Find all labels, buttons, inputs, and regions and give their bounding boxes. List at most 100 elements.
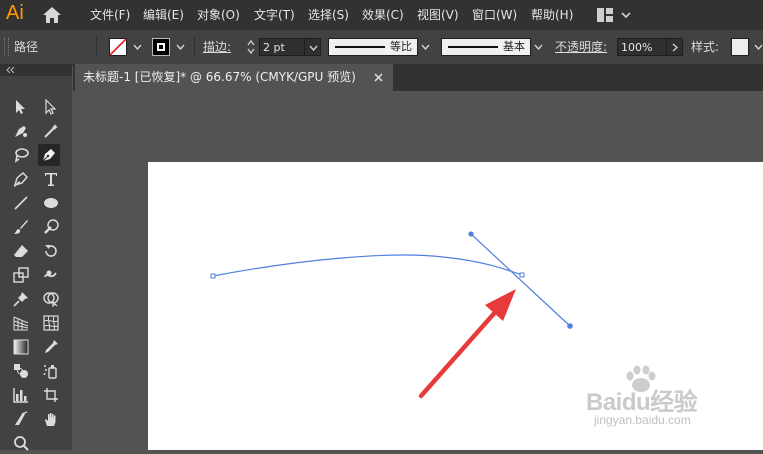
eyedropper-tool[interactable]	[40, 336, 62, 358]
magnifier-icon	[14, 436, 29, 451]
stroke-weight-dropdown[interactable]	[304, 38, 321, 56]
chevron-right-icon	[672, 43, 678, 52]
graphic-style-swatch[interactable]	[731, 38, 749, 56]
line-segment-tool[interactable]	[10, 192, 32, 214]
hand-tool[interactable]	[40, 408, 62, 430]
magic-wand-icon	[44, 124, 58, 138]
stepper-icon[interactable]	[246, 38, 256, 56]
anchor-point[interactable]	[210, 273, 216, 279]
stroke-label[interactable]: 描边:	[203, 40, 231, 54]
menu-file[interactable]: 文件(F)	[90, 7, 130, 23]
mesh-icon	[43, 315, 59, 331]
ellipse-tool[interactable]	[40, 192, 62, 214]
artboard-tool[interactable]	[40, 384, 62, 406]
lasso-icon	[14, 148, 29, 163]
pen-tool[interactable]	[38, 144, 60, 166]
menu-effect[interactable]: 效果(C)	[362, 7, 404, 23]
red-annotation-arrow	[418, 289, 516, 399]
gradient-icon	[13, 339, 29, 355]
chevron-down-icon[interactable]	[176, 44, 185, 50]
variable-width-profile[interactable]: 等比	[328, 38, 418, 56]
stroke-swatch[interactable]	[152, 38, 170, 56]
direction-handle-point[interactable]	[468, 231, 474, 237]
eraser-tool[interactable]	[10, 240, 32, 262]
warp-icon	[44, 270, 57, 278]
brush-label: 基本	[503, 40, 525, 53]
shape-builder-icon	[43, 292, 59, 307]
menu-type[interactable]: 文字(T)	[254, 7, 295, 23]
stroke-weight-input[interactable]: 2 pt	[259, 38, 305, 56]
slice-knife-icon	[15, 411, 28, 425]
style-label-text: 样式	[691, 40, 716, 54]
divider	[194, 37, 195, 57]
menu-window[interactable]: 窗口(W)	[472, 7, 517, 23]
selection-tool[interactable]	[10, 96, 32, 118]
menu-help[interactable]: 帮助(H)	[531, 7, 573, 23]
mesh-tool[interactable]	[40, 312, 62, 334]
menu-object[interactable]: 对象(O)	[197, 7, 240, 23]
warp-tool[interactable]	[40, 264, 62, 286]
close-icon[interactable]	[374, 73, 383, 82]
symbol-sprayer-tool[interactable]	[40, 360, 62, 382]
column-graph-tool[interactable]	[10, 384, 32, 406]
gradient-tool[interactable]	[10, 336, 32, 358]
opacity-input[interactable]: 100%	[617, 38, 667, 56]
document-tab[interactable]: 未标题-1 [已恢复]* @ 66.67% (CMYK/GPU 预览)	[75, 64, 393, 91]
selection-type-label: 路径	[14, 40, 39, 54]
document-tab-bar: 未标题-1 [已恢复]* @ 66.67% (CMYK/GPU 预览)	[73, 64, 763, 91]
app-logo: Ai	[6, 2, 24, 24]
menu-bar: Ai 文件(F) 编辑(E) 对象(O) 文字(T) 选择(S) 效果(C) 视…	[0, 0, 763, 30]
brush-definition[interactable]: 基本	[441, 38, 531, 56]
paintbrush-tool[interactable]	[10, 216, 32, 238]
pencil-shaper-tool[interactable]	[10, 168, 32, 190]
shape-builder-tool[interactable]	[40, 288, 62, 310]
scale-tool[interactable]	[10, 264, 32, 286]
menu-view[interactable]: 视图(V)	[417, 7, 459, 23]
perspective-grid-tool[interactable]	[10, 312, 32, 334]
chevron-down-icon[interactable]	[133, 44, 142, 50]
lasso-tool[interactable]	[10, 144, 32, 166]
direction-handle-point[interactable]	[567, 323, 573, 329]
blend-tool[interactable]	[10, 360, 32, 382]
eraser-icon	[14, 245, 28, 257]
drawn-path[interactable]	[212, 254, 523, 277]
curvature-tool[interactable]	[10, 120, 32, 142]
profile-label: 等比	[390, 40, 412, 53]
chevron-down-icon[interactable]	[534, 44, 543, 50]
fill-none-swatch[interactable]	[109, 38, 127, 56]
puppet-warp-tool[interactable]	[10, 288, 32, 310]
rotate-tool[interactable]	[40, 240, 62, 262]
toolbox-collapse-bar[interactable]	[0, 64, 72, 76]
blob-brush-icon	[44, 219, 59, 234]
divider	[96, 37, 97, 57]
menu-select[interactable]: 选择(S)	[308, 7, 349, 23]
artboard-icon	[44, 388, 58, 402]
canvas-area[interactable]: Baidu经验 jingyan.baidu.com	[73, 91, 763, 450]
zoom-tool[interactable]	[10, 432, 32, 454]
opacity-label[interactable]: 不透明度:	[555, 40, 607, 54]
watermark-brand: Baidu经验	[586, 389, 698, 416]
menu-edit[interactable]: 编辑(E)	[143, 7, 184, 23]
hand-icon	[45, 413, 56, 426]
slice-tool[interactable]	[10, 408, 32, 430]
anchor-point-selected[interactable]	[519, 272, 525, 278]
selection-arrow-icon	[16, 100, 25, 114]
toolbox	[0, 76, 72, 451]
chevron-down-icon[interactable]	[754, 44, 763, 50]
type-tool[interactable]	[40, 168, 62, 190]
blend-icon	[14, 364, 28, 378]
double-chevron-left-icon[interactable]	[6, 67, 16, 73]
scale-icon	[13, 267, 29, 283]
workspace-switcher-icon[interactable]	[597, 8, 613, 22]
chevron-down-icon[interactable]	[421, 44, 430, 50]
chevron-down-icon[interactable]	[621, 10, 631, 20]
magic-wand-tool[interactable]	[40, 120, 62, 142]
direct-selection-tool[interactable]	[40, 96, 62, 118]
opacity-flyout-button[interactable]	[666, 38, 683, 56]
panel-grip-icon[interactable]	[4, 38, 9, 56]
home-icon[interactable]	[42, 6, 62, 24]
stroke-label-text: 描边	[203, 40, 228, 54]
watermark-url: jingyan.baidu.com	[594, 413, 691, 427]
blob-brush-tool[interactable]	[40, 216, 62, 238]
ellipse-icon	[44, 198, 58, 208]
